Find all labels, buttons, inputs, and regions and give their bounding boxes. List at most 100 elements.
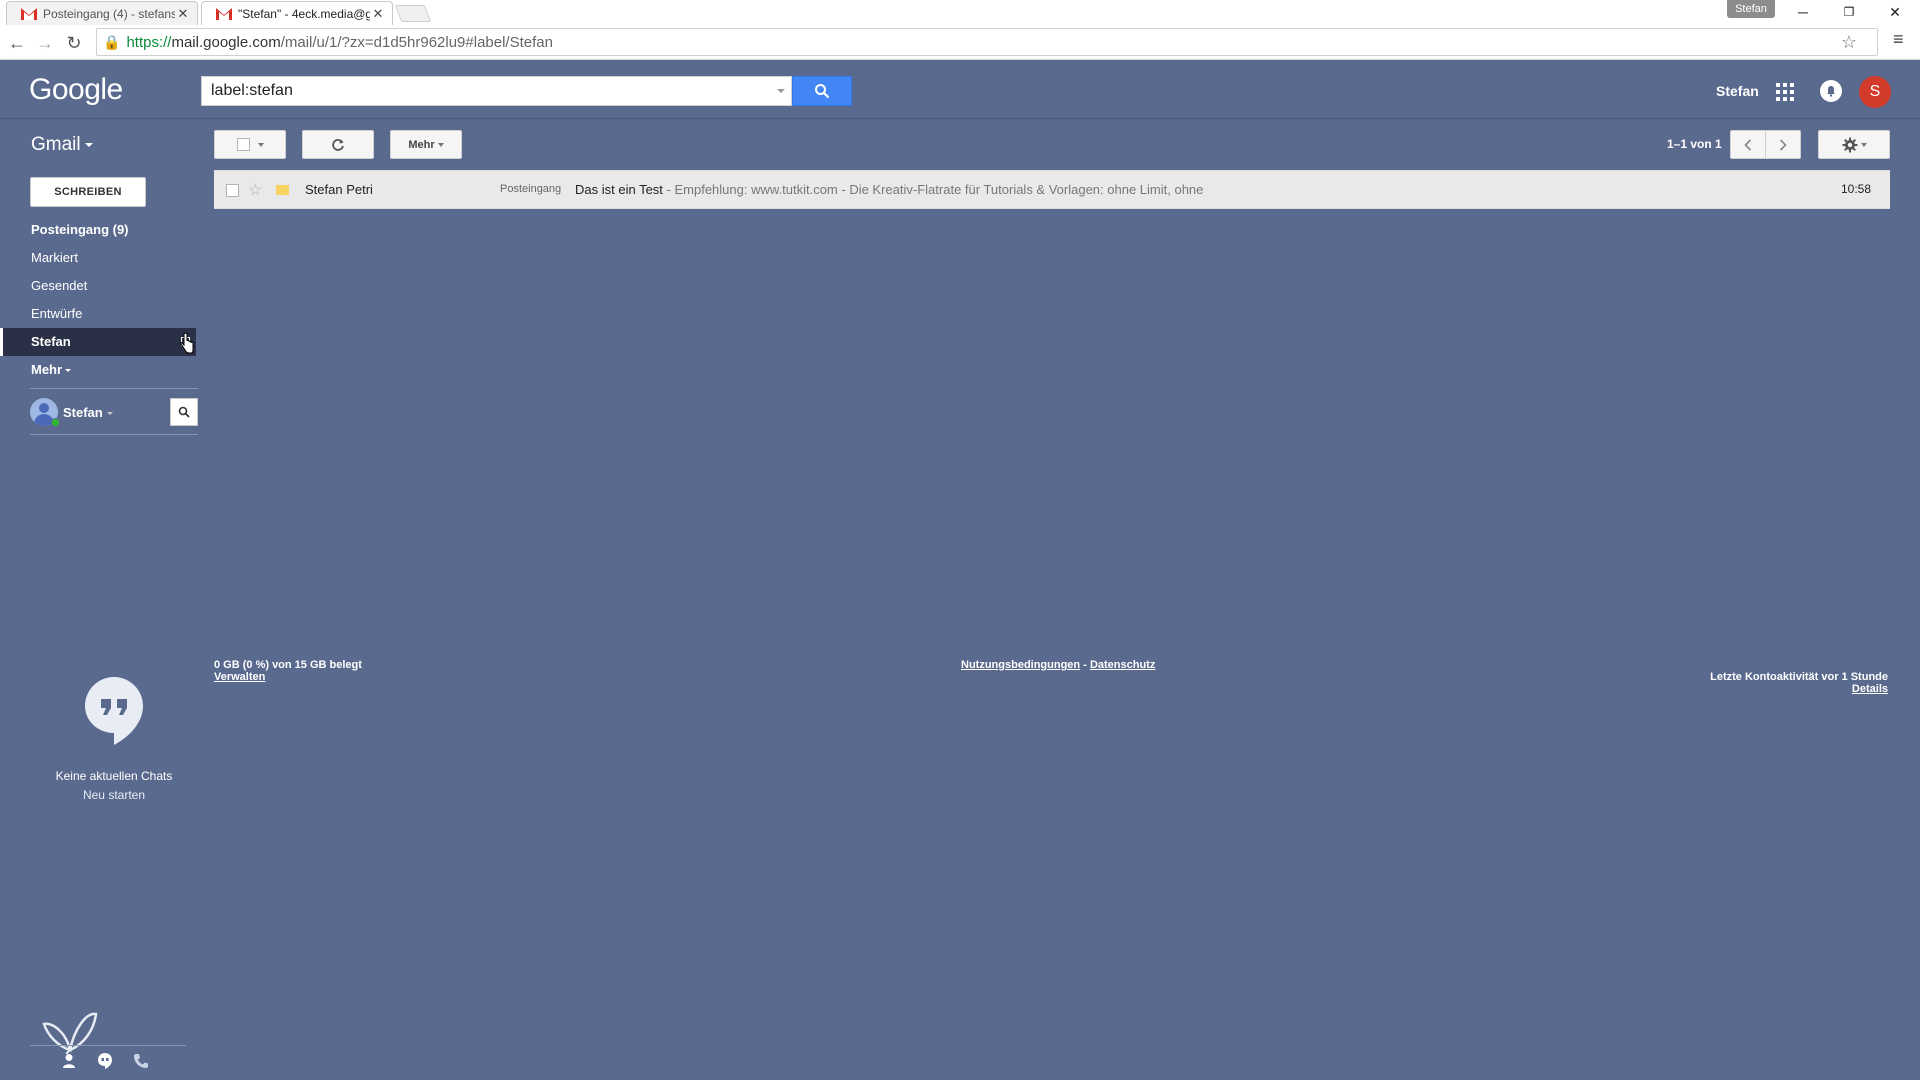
sidebar-divider	[30, 1045, 186, 1046]
footer-separator: -	[1080, 659, 1090, 671]
chat-user-name-text: Stefan	[63, 404, 103, 420]
chevron-down-icon	[1860, 142, 1867, 147]
bookmark-star-icon[interactable]: ☆	[1841, 32, 1857, 53]
select-all-dropdown[interactable]	[214, 130, 286, 159]
url-scheme: https://	[126, 33, 172, 51]
new-tab-button[interactable]	[394, 5, 432, 22]
search-icon	[178, 406, 190, 418]
chevron-down-icon	[106, 411, 113, 415]
pagination-count: 1–1 von 1	[1667, 137, 1722, 151]
message-label-chip[interactable]: Posteingang	[500, 183, 561, 195]
sidebar-item-inbox[interactable]: Posteingang (9)	[0, 216, 200, 244]
contacts-person-icon[interactable]	[60, 1052, 78, 1070]
message-snippet: - Empfehlung: www.tutkit.com - Die Kreat…	[662, 182, 1204, 197]
sidebar-item-label: Entwürfe	[31, 306, 83, 321]
account-name[interactable]: Stefan	[1716, 83, 1759, 99]
address-bar[interactable]: 🔒 https://mail.google.com/mail/u/1/?zx=d…	[96, 28, 1878, 56]
no-chats-text: Keine aktuellen Chats	[55, 769, 173, 783]
sidebar-item-label-stefan[interactable]: Stefan	[0, 328, 196, 356]
lock-icon: 🔒	[103, 33, 121, 50]
chevron-down-icon	[65, 369, 72, 373]
chevron-down-icon	[257, 142, 264, 147]
phone-icon[interactable]	[132, 1052, 150, 1070]
search-icon	[815, 84, 830, 99]
storage-usage-text: 0 GB (0 %) von 15 GB belegt	[214, 659, 362, 671]
chevron-down-icon	[84, 142, 93, 147]
gmail-app-menu[interactable]: Gmail	[31, 134, 93, 156]
browser-tab-title: "Stefan" - 4eck.media@gm	[238, 6, 370, 21]
chevron-down-icon	[437, 142, 444, 147]
activity-details-link[interactable]: Details	[1710, 683, 1888, 695]
sidebar-item-starred[interactable]: Markiert	[0, 244, 200, 272]
table-row[interactable]: ☆ Stefan Petri Posteingang Das ist ein T…	[214, 170, 1890, 209]
hangouts-icon	[85, 677, 143, 745]
reload-icon[interactable]: ↻	[62, 31, 86, 55]
search-button[interactable]	[792, 76, 852, 106]
settings-button[interactable]	[1818, 130, 1890, 159]
sidebar-item-more[interactable]: Mehr	[0, 356, 200, 384]
minimize-icon[interactable]: ─	[1780, 0, 1826, 25]
older-page-button[interactable]	[1765, 130, 1801, 159]
url-path: /mail/u/1/?zx=d1d5hr962lu9#label/Stefan	[280, 33, 553, 51]
start-new-chat-link[interactable]: Neu starten	[0, 788, 228, 802]
browser-tab-inbox[interactable]: Posteingang (4) - stefanst ✕	[6, 1, 198, 25]
presence-dot-icon	[51, 418, 60, 427]
butterfly-watermark-icon	[42, 1012, 98, 1054]
chevron-right-icon	[1779, 138, 1787, 151]
url-host: mail.google.com	[171, 33, 281, 51]
refresh-button[interactable]	[302, 130, 374, 159]
privacy-link[interactable]: Datenschutz	[1090, 659, 1155, 671]
terms-link[interactable]: Nutzungsbedingungen	[961, 659, 1080, 671]
gmail-favicon-icon	[216, 7, 232, 20]
browser-tab-stefan[interactable]: "Stefan" - 4eck.media@gm ✕	[201, 1, 393, 25]
window-close-icon[interactable]: ✕	[1872, 0, 1918, 25]
refresh-icon	[332, 138, 344, 151]
gmail-favicon-icon	[21, 7, 37, 20]
more-actions-label: Mehr	[408, 138, 435, 151]
back-arrow-icon[interactable]: ←	[5, 31, 29, 55]
footer-links: Nutzungsbedingungen - Datenschutz	[961, 659, 1155, 671]
star-icon[interactable]: ☆	[248, 180, 262, 200]
forward-arrow-icon[interactable]: →	[33, 31, 57, 55]
chat-search-button[interactable]	[170, 398, 198, 426]
message-sender: Stefan Petri	[305, 182, 373, 197]
sidebar-bottom-tabs	[60, 1052, 150, 1070]
message-subject-line: Das ist ein Test - Empfehlung: www.tutki…	[575, 182, 1203, 197]
close-tab-icon[interactable]: ✕	[370, 6, 386, 22]
newer-page-button[interactable]	[1730, 130, 1766, 159]
apps-grid-icon[interactable]	[1776, 83, 1794, 101]
browser-tab-title: Posteingang (4) - stefanst	[43, 6, 175, 21]
browser-profile-badge[interactable]: Stefan	[1727, 0, 1775, 18]
browser-menu-icon[interactable]: ≡	[1893, 29, 1904, 50]
sidebar-item-drafts[interactable]: Entwürfe	[0, 300, 200, 328]
browser-titlebar: Posteingang (4) - stefanst ✕ "Stefan" - …	[0, 0, 1920, 25]
sidebar-divider	[30, 434, 198, 435]
more-actions-button[interactable]: Mehr	[390, 130, 462, 159]
search-box[interactable]	[201, 76, 792, 106]
search-options-caret-icon[interactable]	[777, 89, 785, 93]
message-subject: Das ist ein Test	[575, 182, 663, 197]
google-logo[interactable]: Google	[29, 73, 123, 107]
chat-user-name: Stefan	[63, 405, 113, 420]
mouse-pointer-icon	[180, 333, 194, 354]
compose-button[interactable]: SCHREIBEN	[30, 177, 146, 207]
last-activity-text: Letzte Kontoaktivität vor 1 Stunde	[1710, 671, 1888, 683]
close-tab-icon[interactable]: ✕	[175, 6, 191, 22]
manage-storage-link[interactable]: Verwalten	[214, 671, 362, 683]
select-all-checkbox[interactable]	[236, 138, 250, 151]
sidebar-item-label: Mehr	[31, 362, 63, 377]
sidebar-item-label: Posteingang (9)	[31, 222, 129, 237]
hangouts-chat-icon[interactable]	[96, 1052, 114, 1070]
sidebar-divider	[30, 388, 198, 389]
row-checkbox[interactable]	[226, 184, 239, 197]
notifications-bell-icon[interactable]	[1820, 80, 1842, 102]
importance-marker-icon[interactable]	[276, 185, 289, 195]
search-input[interactable]	[202, 77, 762, 105]
gear-icon	[1842, 137, 1857, 152]
account-avatar[interactable]: S	[1859, 76, 1891, 108]
sidebar-item-sent[interactable]: Gesendet	[0, 272, 200, 300]
sidebar-item-label: Stefan	[31, 334, 71, 349]
sidebar-item-label: Gesendet	[31, 278, 88, 293]
restore-icon[interactable]: ❐	[1826, 0, 1872, 25]
browser-toolbar: ← → ↻ 🔒 https://mail.google.com/mail/u/1…	[0, 25, 1920, 60]
